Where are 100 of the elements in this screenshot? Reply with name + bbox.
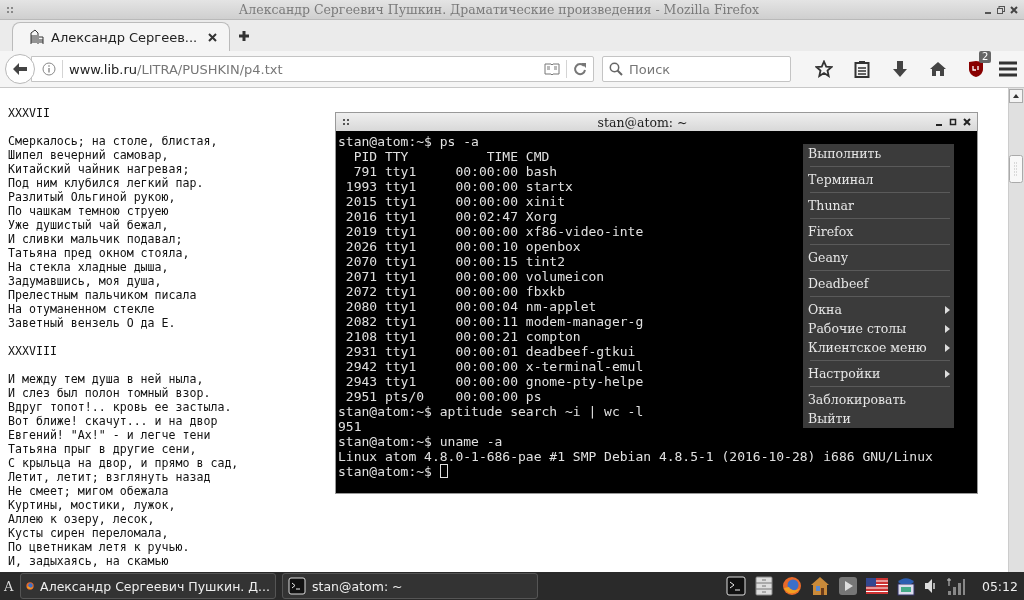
poem-line: Куртины, мостики, лужок,: [8, 498, 176, 512]
poem-line: Аллею к озеру, лесок,: [8, 512, 155, 526]
menu-item[interactable]: Thunar: [803, 196, 954, 215]
house-icon[interactable]: [809, 576, 830, 596]
poem-line: Заветный вензель О да Е.: [8, 316, 176, 330]
restore-icon[interactable]: [997, 5, 1005, 14]
download-icon[interactable]: [892, 60, 908, 78]
poem-line: И сливки мальчик подавал;: [8, 232, 183, 246]
poem-line: И, задыхаясь, на скамью: [8, 554, 169, 568]
reload-icon[interactable]: [573, 62, 587, 76]
poem-line: Татьяна пред окном стояла,: [8, 246, 190, 260]
poem-line: По чашкам темною струею: [8, 204, 169, 218]
poem-line: Евгений! "Ах!" - и легче тени: [8, 428, 211, 442]
poem-line: Вдруг топот!.. кровь ее застыла.: [8, 400, 232, 414]
terminal-line: stan@atom:~$ uname -a: [338, 434, 503, 449]
terminal-line: 2026 tty1 00:00:10 openbox: [344, 239, 581, 254]
poem-line: По цветникам летя к ручью.: [8, 540, 190, 554]
info-icon[interactable]: [42, 62, 56, 76]
volume-icon[interactable]: [923, 577, 938, 595]
url-text: www.lib.ru/LITRA/PUSHKIN/p4.txt: [69, 61, 284, 77]
menu-item[interactable]: Заблокировать: [803, 390, 954, 409]
menu-item[interactable]: Выйти: [803, 409, 954, 428]
menu-item[interactable]: Терминал: [803, 170, 954, 189]
menu-item[interactable]: Настройки: [803, 364, 954, 383]
terminal-line: PID TTY TIME CMD: [352, 149, 550, 164]
poem-line: Татьяна прыг в другие сени,: [8, 442, 197, 456]
terminal-line: stan@atom:~$ ps -a: [338, 134, 479, 149]
poem-line: С крыльца на двор, и прямо в сад,: [8, 456, 239, 470]
menu-item[interactable]: Deadbeef: [803, 274, 954, 293]
poem-line: Вот ближе! скачут... и на двор: [8, 414, 218, 428]
shield-icon[interactable]: [968, 60, 984, 78]
taskbar-task[interactable]: stan@atom: ~: [282, 573, 538, 599]
terminal-icon: [288, 577, 306, 595]
poem-line: Уже душистый чай бежал,: [8, 218, 169, 232]
terminal-line: 2080 tty1 00:00:04 nm-applet: [344, 299, 597, 314]
menu-item[interactable]: Клиентское меню: [803, 338, 954, 357]
maximize-icon[interactable]: [949, 118, 957, 126]
menu-item[interactable]: Firefox: [803, 222, 954, 241]
close-icon[interactable]: [963, 118, 971, 126]
scroll-thumb[interactable]: [1009, 155, 1023, 183]
terminal-line: 2951 pts/0 00:00:00 ps: [344, 389, 542, 404]
poem-line: Китайский чайник нагревая;: [8, 162, 190, 176]
star-icon[interactable]: [815, 60, 833, 78]
taskbar-task[interactable]: Александр Сергеевич Пушкин. Д...: [20, 573, 276, 599]
terminal-line: 791 tty1 00:00:00 bash: [352, 164, 558, 179]
terminal-line: 2015 tty1 00:00:00 xinit: [344, 194, 565, 209]
menu-icon[interactable]: [998, 61, 1018, 77]
terminal-icon[interactable]: [725, 576, 746, 596]
desktop-indicator[interactable]: A: [4, 578, 14, 594]
terminal-line: 2019 tty1 00:00:00 xf86-video-inte: [344, 224, 644, 239]
terminal-line: 2082 tty1 00:00:11 modem-manager-g: [344, 314, 644, 329]
poem-line: Задумавшись, моя душа,: [8, 274, 162, 288]
search-field[interactable]: Поиск: [602, 56, 791, 82]
poem-line: Шипел вечерний самовар,: [8, 148, 169, 162]
terminal-line: 2942 tty1 00:00:00 x-terminal-emul: [344, 359, 644, 374]
clipboard-list-icon[interactable]: [854, 60, 870, 78]
file-cabinet-icon[interactable]: [753, 576, 774, 596]
poem-line: Под ним клубился легкий пар.: [8, 176, 204, 190]
poem-line: На стекла хладные дыша,: [8, 260, 169, 274]
window-title: Александр Сергеевич Пушкин. Драматические произведения - Mozilla Firefox: [238, 2, 760, 17]
scrollbar[interactable]: [1008, 88, 1024, 572]
window-title: stan@atom: ~: [597, 114, 688, 130]
back-button[interactable]: [5, 54, 35, 84]
new-tab-icon[interactable]: [238, 29, 250, 42]
window-menu-icon[interactable]: [6, 5, 14, 14]
menu-item[interactable]: Geany: [803, 248, 954, 267]
terminal-line: 2016 tty1 00:02:47 Xorg: [344, 209, 558, 224]
terminal-line: stan@atom:~$ aptitude search ~i | wc -l: [338, 404, 644, 419]
menu-item[interactable]: Рабочие столы: [803, 319, 954, 338]
close-icon[interactable]: [208, 32, 217, 42]
terminal-prompt: stan@atom:~$: [338, 464, 433, 479]
globe-icon[interactable]: [781, 576, 802, 596]
terminal-line: 1993 tty1 00:00:00 startx: [344, 179, 573, 194]
menu-item[interactable]: Выполнить: [803, 144, 954, 163]
badge: 2: [979, 51, 992, 63]
back-arrow-icon: [12, 62, 28, 76]
phone-icon[interactable]: [895, 576, 916, 596]
poem-line: И между тем душа в ней ныла,: [8, 372, 204, 386]
browser-tab[interactable]: Александр Сергеев...: [12, 22, 230, 51]
signal-icon[interactable]: [945, 576, 966, 596]
window-menu-icon[interactable]: [342, 118, 350, 126]
terminal-line: 2071 tty1 00:00:00 volumeicon: [344, 269, 605, 284]
play-icon[interactable]: [837, 576, 858, 596]
terminal-line: 2070 tty1 00:00:15 tint2: [344, 254, 565, 269]
terminal-line: 2108 tty1 00:00:21 compton: [344, 329, 581, 344]
terminal-line: 2931 tty1 00:00:01 deadbeef-gtkui: [344, 344, 636, 359]
close-icon[interactable]: [1010, 5, 1018, 14]
reader-view-icon[interactable]: [544, 63, 560, 75]
address-bar[interactable]: www.lib.ru/LITRA/PUSHKIN/p4.txt: [31, 56, 594, 82]
stanza-number: XXXVIII: [8, 344, 57, 358]
menu-item[interactable]: Окна: [803, 300, 954, 319]
poem-line: И слез был полон томный взор.: [8, 386, 211, 400]
poem-line: На отуманенном стекле: [8, 302, 155, 316]
clock: 05:12: [981, 578, 1018, 594]
home-icon[interactable]: [929, 61, 947, 77]
flag-icon[interactable]: [865, 578, 888, 594]
text-cursor: [439, 464, 448, 478]
submenu-arrow-icon: [945, 369, 950, 378]
terminal-line: Linux atom 4.8.0-1-686-pae #1 SMP Debian 4.8.5-1 (2016-10-28) i686 GNU/Linux: [338, 449, 933, 464]
scroll-up-icon[interactable]: [1009, 89, 1023, 103]
